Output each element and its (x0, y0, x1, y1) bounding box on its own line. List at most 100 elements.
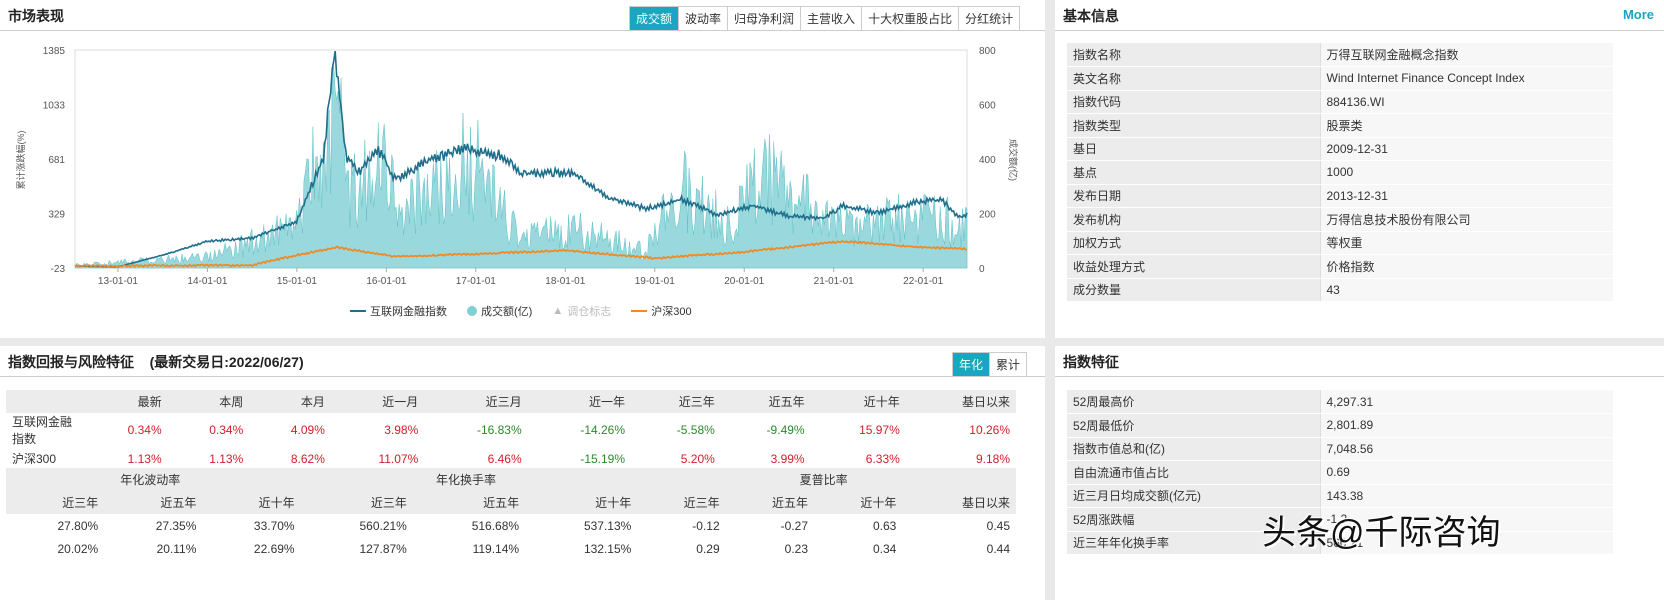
toggle-1[interactable]: 累计 (990, 353, 1027, 376)
header-row: 最新 本周 本月 近一月 近三月 近一年 近三年 近五年 近十年 基日以来 (6, 390, 1016, 413)
more-link[interactable]: More (1623, 7, 1654, 22)
tab-3[interactable]: 主营收入 (801, 7, 863, 30)
column-header: 近三年 (637, 491, 726, 514)
column-header: 近五年 (412, 491, 526, 514)
group-header: 年化换手率 (300, 468, 638, 491)
column-header (6, 390, 86, 413)
features-table: 52周最高价 4,297.31 52周最低价 2,801.89 指数市值总和(亿) 7,0… (1067, 390, 1613, 555)
returns-title: 指数回报与风险特征 (最新交易日:2022/06/27) (8, 354, 304, 370)
table-row: 27.80% 27.35% 33.70% 560.21% 516.68% 537.13% -… (6, 514, 1016, 537)
value: 7,048.56 (1319, 437, 1613, 461)
column-header: 近一月 (330, 390, 425, 413)
risk-value: 0.44 (986, 541, 1010, 556)
return-value: 11.07% (378, 451, 419, 466)
legend-rebalance[interactable]: ▲ 调仓标志 (552, 303, 611, 319)
risk-value: 20.11% (156, 541, 197, 556)
label: 指数市值总和(亿) (1067, 437, 1320, 461)
market-panel: 市场表现 成交额 波动率 归母净利润 主营收入 十大权重股占比 分红统计 1385 1033… (0, 0, 1045, 338)
label: 52周涨跌幅 (1067, 507, 1320, 532)
table-row: 互联网金融指数 0.34% 0.34% 4.09% 3.98% -16.83% -14.26… (6, 413, 1016, 447)
market-title: 市场表现 (8, 8, 64, 24)
y-right-tick: 200 (979, 210, 996, 221)
value: 万得互联网金融概念指数 (1319, 43, 1613, 67)
return-value: 0.34% (127, 423, 162, 437)
y-right-tick: 0 (979, 264, 985, 275)
group-row: 年化波动率 年化换手率 夏普比率 (6, 468, 1016, 491)
risk-value: 20.02% (57, 541, 99, 556)
column-header: 近三月 (424, 390, 528, 413)
value: 4,297.31 (1319, 390, 1613, 414)
label: 成分数量 (1067, 278, 1320, 302)
divider (1055, 376, 1664, 377)
value: 884136.WI (1319, 90, 1613, 114)
y-left-tick: 1385 (43, 46, 66, 57)
y-left-tick: 681 (48, 155, 65, 166)
value: 43 (1319, 278, 1613, 302)
tab-5[interactable]: 分红统计 (959, 7, 1020, 30)
y-left-tick: -23 (51, 264, 66, 275)
column-header: 近十年 (814, 491, 903, 514)
x-tick: 22-01-01 (903, 276, 943, 287)
risk-value: 127.87% (359, 541, 407, 556)
return-value: 1.13% (127, 451, 162, 466)
table-row: 英文名称 Wind Internet Finance Concept Index (1067, 66, 1613, 91)
value: 2013-12-31 (1319, 184, 1613, 208)
x-tick: 20-01-01 (724, 276, 764, 287)
label: 指数类型 (1067, 113, 1320, 138)
tab-2[interactable]: 归母净利润 (728, 7, 802, 30)
x-tick: 15-01-01 (277, 276, 317, 287)
return-value: 3.98% (384, 423, 419, 437)
value: 股票类 (1319, 113, 1613, 138)
column-header: 近一年 (527, 390, 632, 413)
label: 自由流通市值占比 (1067, 460, 1320, 485)
legend-volume[interactable]: 成交额(亿) (467, 303, 532, 319)
label: 52周最低价 (1067, 413, 1320, 438)
label: 近三月日均成交额(亿元) (1067, 484, 1320, 508)
label: 英文名称 (1067, 66, 1320, 91)
legend-index[interactable]: 互联网金融指数 (350, 303, 447, 319)
risk-value: 33.70% (253, 518, 295, 533)
column-header: 近三年 (300, 491, 413, 514)
table-row: 收益处理方式 价格指数 (1067, 254, 1613, 279)
risk-value: 537.13% (583, 518, 632, 533)
tab-0[interactable]: 成交额 (630, 7, 680, 30)
table-row: 指数类型 股票类 (1067, 113, 1613, 138)
value: 0.69 (1319, 460, 1613, 485)
return-value: 6.46% (487, 451, 522, 466)
value: 1000 (1319, 160, 1613, 185)
sub-header-row: 近三年 近五年 近十年 近三年 近五年 近十年 近三年 近五年 近十年 基日以来 (6, 491, 1016, 514)
divider (0, 376, 1045, 377)
x-tick: 13-01-01 (98, 276, 138, 287)
table-row: 发布机构 万得信息技术股份有限公司 (1067, 207, 1613, 232)
label: 收益处理方式 (1067, 254, 1320, 279)
market-chart: 1385 1033 681 329 -23 800 600 400 200 0 13-01-01 14… (15, 46, 1019, 287)
x-tick: 16-01-01 (366, 276, 406, 287)
column-header: 近五年 (720, 390, 811, 413)
column-header: 最新 (86, 390, 168, 413)
x-tick: 17-01-01 (456, 276, 496, 287)
label: 发布日期 (1067, 184, 1320, 208)
risk-value: 22.69% (253, 541, 295, 556)
toggle-0[interactable]: 年化 (953, 353, 991, 376)
label: 发布机构 (1067, 207, 1320, 232)
series-volume-area (74, 66, 968, 269)
tab-1[interactable]: 波动率 (679, 7, 729, 30)
return-value: -15.19% (580, 451, 626, 466)
index-name: 互联网金融指数 (12, 415, 73, 446)
value: 560.21 (1319, 531, 1613, 555)
table-row: 基点 1000 (1067, 160, 1613, 185)
label: 基日 (1067, 137, 1320, 161)
column-header: 基日以来 (902, 491, 1016, 514)
return-value: 4.09% (290, 423, 325, 437)
table-row: 近三月日均成交额(亿元) 143.38 (1067, 484, 1613, 508)
chart-legend: 互联网金融指数 成交额(亿) ▲ 调仓标志 沪深300 (350, 303, 692, 319)
legend-hs300[interactable]: 沪深300 (631, 303, 692, 319)
table-row: 52周最低价 2,801.89 (1067, 413, 1613, 438)
returns-panel: 指数回报与风险特征 (最新交易日:2022/06/27) 年化 累计 最新 本周 本月… (0, 346, 1045, 600)
y-right-tick: 400 (979, 155, 996, 166)
risk-value: 27.35% (155, 518, 197, 533)
table-row: 发布日期 2013-12-31 (1067, 184, 1613, 208)
risk-table: 年化波动率 年化换手率 夏普比率 近三年 近五年 近十年 近三年 近五年 近十年 近三年 近五年 近十… (6, 468, 1016, 560)
tab-4[interactable]: 十大权重股占比 (862, 7, 960, 30)
table-row: 基日 2009-12-31 (1067, 137, 1613, 161)
